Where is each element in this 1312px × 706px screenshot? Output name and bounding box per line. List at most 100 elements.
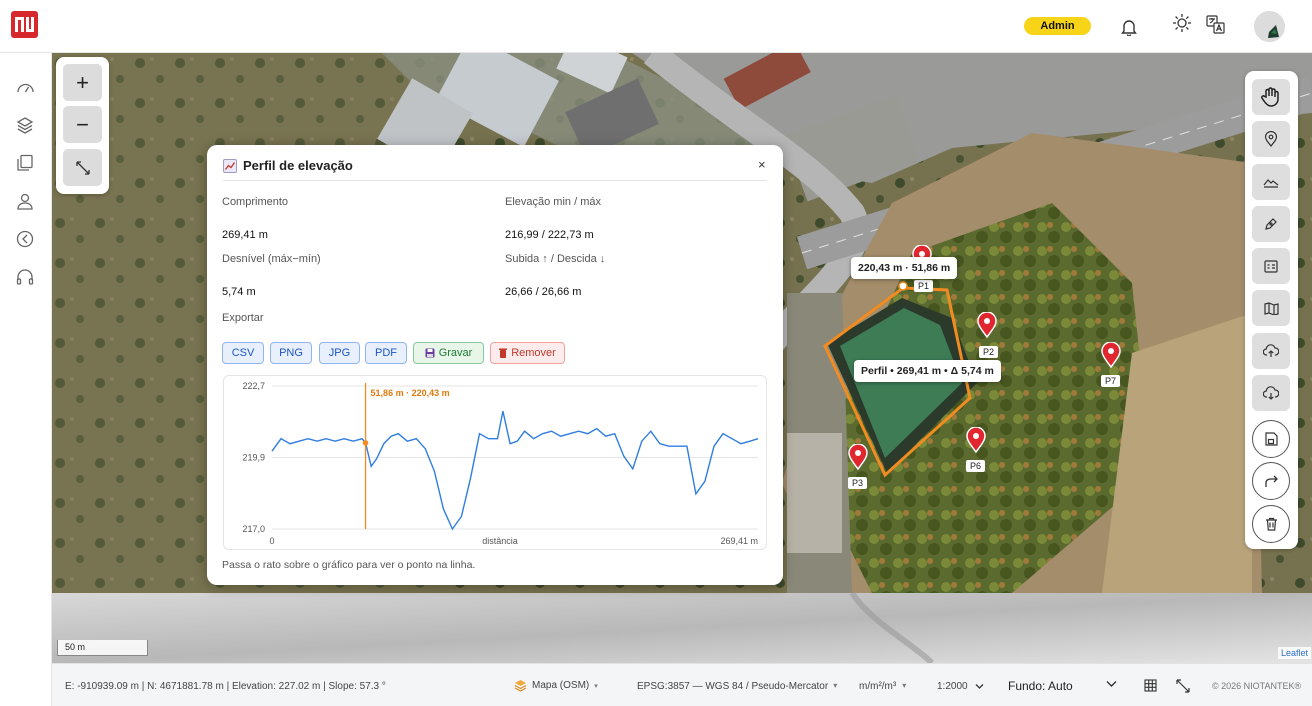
elevation-icon [1263, 179, 1279, 188]
zoom-out-button[interactable]: − [63, 106, 102, 143]
export-pdf-button[interactable]: PDF [365, 342, 407, 364]
layers-icon[interactable] [15, 115, 35, 135]
delete-button[interactable] [1252, 505, 1290, 543]
save-icon [1265, 432, 1278, 446]
map-pin-p7[interactable] [1101, 341, 1121, 369]
profile-tooltip: Perfil • 269,41 m • Δ 5,74 m [854, 360, 1001, 382]
bell-icon[interactable] [1118, 16, 1140, 38]
zoom-in-button[interactable]: + [63, 64, 102, 101]
crs-selector[interactable]: EPSG:3857 — WGS 84 / Pseudo-Mercator ▾ [637, 681, 837, 692]
fit-bounds-button[interactable] [63, 149, 102, 186]
headset-icon[interactable] [15, 267, 35, 287]
attribution-link[interactable]: Leaflet [1278, 647, 1312, 659]
download-button[interactable] [1252, 375, 1290, 411]
length-label: Comprimento [222, 196, 289, 208]
translate-icon[interactable] [1204, 13, 1226, 35]
elevation-range-label: Elevação min / máx [505, 196, 601, 208]
expand-icon [1176, 679, 1190, 693]
chevron-down-icon: ▾ [594, 682, 598, 690]
x-tick-label: 269,41 m [720, 536, 758, 546]
cloud-upload-icon [1263, 344, 1279, 357]
map-toolbar [1245, 71, 1298, 549]
map-pin-p6[interactable] [966, 426, 986, 454]
documents-icon[interactable] [15, 153, 35, 173]
ascent-descent-value: 26,66 / 26,66 m [505, 286, 582, 298]
height-gap-value: 5,74 m [222, 286, 256, 298]
table-icon [1264, 259, 1278, 273]
chevron-down-icon [1106, 681, 1117, 687]
upload-button[interactable] [1252, 333, 1290, 369]
length-value: 269,41 m [222, 229, 268, 241]
share-icon [1264, 475, 1278, 487]
draw-tool-button[interactable] [1252, 206, 1290, 242]
map-tool-button[interactable] [1252, 290, 1290, 326]
chart-icon [223, 158, 237, 173]
attributes-tool-button[interactable] [1252, 248, 1290, 284]
height-gap-label: Desnível (máx−mín) [222, 253, 321, 265]
units-selector[interactable]: m/m²/m³ ▾ [859, 681, 906, 692]
export-csv-button[interactable]: CSV [222, 342, 264, 364]
user-icon[interactable] [15, 191, 35, 211]
floppy-icon [425, 348, 435, 358]
map-pin-p2[interactable] [977, 311, 997, 339]
cursor-point [362, 440, 369, 446]
basemap-label: Mapa (OSM) [532, 680, 590, 691]
pen-icon [1265, 218, 1277, 230]
elevation-series-line [271, 410, 759, 531]
remove-profile-button[interactable]: Remover [490, 342, 565, 364]
app-logo[interactable] [11, 11, 38, 38]
share-button[interactable] [1252, 462, 1290, 500]
elevation-range-value: 216,99 / 222,73 m [505, 229, 594, 241]
compass-icon[interactable] [15, 229, 35, 249]
close-button[interactable]: × [758, 157, 766, 172]
x-axis-label: distância [482, 536, 518, 546]
save-map-button[interactable] [1252, 420, 1290, 458]
y-tick-label: 217,0 [242, 524, 265, 534]
basemap-selector[interactable]: Mapa (OSM) ▾ [514, 679, 598, 692]
panel-title: Perfil de elevação [223, 158, 353, 173]
hand-icon [1261, 87, 1279, 107]
grid-toggle[interactable] [1144, 679, 1157, 695]
background-dropdown[interactable] [1106, 680, 1117, 691]
chart-hint: Passa o rato sobre o gráfico para ver o … [222, 559, 476, 571]
trash-icon [499, 348, 508, 358]
grid-icon [1144, 679, 1157, 692]
expand-icon [75, 160, 90, 175]
elevation-profile-panel: Perfil de elevação × Comprimento 269,41 … [207, 145, 783, 585]
avatar[interactable] [1254, 11, 1285, 42]
scale-selector[interactable]: 1:2000 [937, 681, 984, 692]
crs-label: EPSG:3857 — WGS 84 / Pseudo-Mercator [637, 681, 829, 692]
panel-title-text: Perfil de elevação [243, 158, 353, 173]
left-sidebar [0, 53, 52, 706]
export-jpg-button[interactable]: JPG [319, 342, 360, 364]
divider [223, 180, 767, 181]
save-label: Gravar [438, 347, 473, 359]
fullscreen-button[interactable] [1176, 679, 1190, 696]
save-profile-button[interactable]: Gravar [413, 342, 484, 364]
zoom-control: + − [56, 57, 109, 194]
elevation-chart[interactable]: 222,7 219,9 217,0 0 269,41 m distância 51,86 m… [223, 375, 767, 550]
scale-label: 1:2000 [937, 681, 968, 692]
marker-tool-button[interactable] [1252, 121, 1290, 157]
chevron-down-icon: ▾ [902, 681, 907, 690]
units-label: m/m²/m³ [859, 681, 897, 692]
cloud-download-icon [1263, 386, 1279, 400]
admin-badge[interactable]: Admin [1024, 17, 1091, 35]
point-label: P7 [1101, 375, 1121, 387]
pan-tool-button[interactable] [1252, 79, 1290, 115]
y-tick-label: 219,9 [242, 453, 265, 463]
point-label: P3 [848, 477, 868, 489]
elevation-tool-button[interactable] [1252, 164, 1290, 200]
map-pin-p3[interactable] [848, 443, 868, 471]
y-tick-label: 222,7 [242, 381, 265, 391]
point-label: P6 [966, 460, 986, 472]
sun-icon[interactable] [1171, 12, 1193, 34]
point-label: P2 [979, 346, 999, 358]
export-png-button[interactable]: PNG [270, 342, 312, 364]
pin-icon [1264, 131, 1278, 147]
dashboard-icon[interactable] [15, 77, 35, 97]
elevation-chart-svg[interactable]: 222,7 219,9 217,0 0 269,41 m distância 51,86 m… [224, 376, 768, 551]
layers-icon [514, 680, 527, 692]
export-label: Exportar [222, 312, 264, 324]
background-label: Fundo: Auto [1008, 679, 1073, 693]
